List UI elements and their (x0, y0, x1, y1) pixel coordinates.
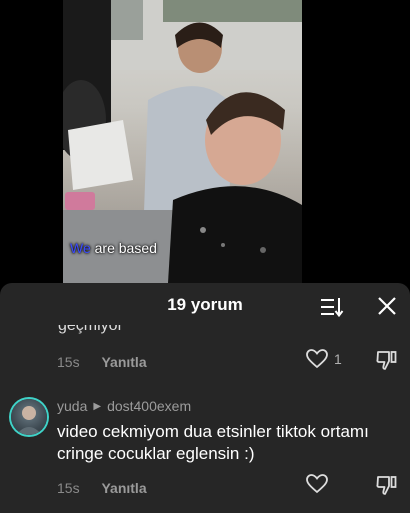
comments-header: 19 yorum (0, 283, 410, 327)
like-button[interactable] (306, 474, 328, 494)
avatar[interactable] (11, 399, 47, 435)
video-player[interactable]: We are based (0, 0, 410, 283)
comment-author[interactable]: yuda (57, 398, 87, 414)
reply-arrow-icon: ▶ (93, 400, 102, 412)
comment-count: 19 yorum (167, 295, 243, 314)
dislike-icon[interactable] (376, 349, 398, 371)
comment-meta: 15s Yanıtla (57, 480, 147, 496)
like-count: 1 (334, 351, 342, 367)
video-caption: We are based (70, 240, 157, 256)
avatar-image (16, 406, 42, 435)
reply-to-user[interactable]: dost400exem (107, 398, 191, 414)
close-icon[interactable] (376, 295, 398, 317)
caption-text: are based (90, 240, 157, 256)
comment-text-partial: geçmiyor (58, 325, 123, 334)
like-button[interactable]: 1 (306, 349, 342, 369)
reply-button[interactable]: Yanıtla (101, 354, 146, 370)
comment-text: video cekmiyom dua etsinler tiktok ortam… (57, 422, 369, 463)
caption-highlight: We (70, 240, 91, 256)
comment-time: 15s (57, 480, 80, 496)
comment-time: 15s (57, 354, 80, 370)
comment-author-line: yuda ▶ dost400exem (57, 398, 191, 414)
comments-sheet: 19 yorum geçmiyor 15s Yanıtla 1 yuda ▶ d… (0, 283, 410, 513)
dislike-icon[interactable] (376, 474, 398, 496)
reply-button[interactable]: Yanıtla (101, 480, 146, 496)
comment-meta: 15s Yanıtla (57, 354, 147, 370)
heart-icon (306, 349, 328, 369)
sort-icon[interactable] (320, 296, 344, 318)
heart-icon (306, 474, 328, 494)
